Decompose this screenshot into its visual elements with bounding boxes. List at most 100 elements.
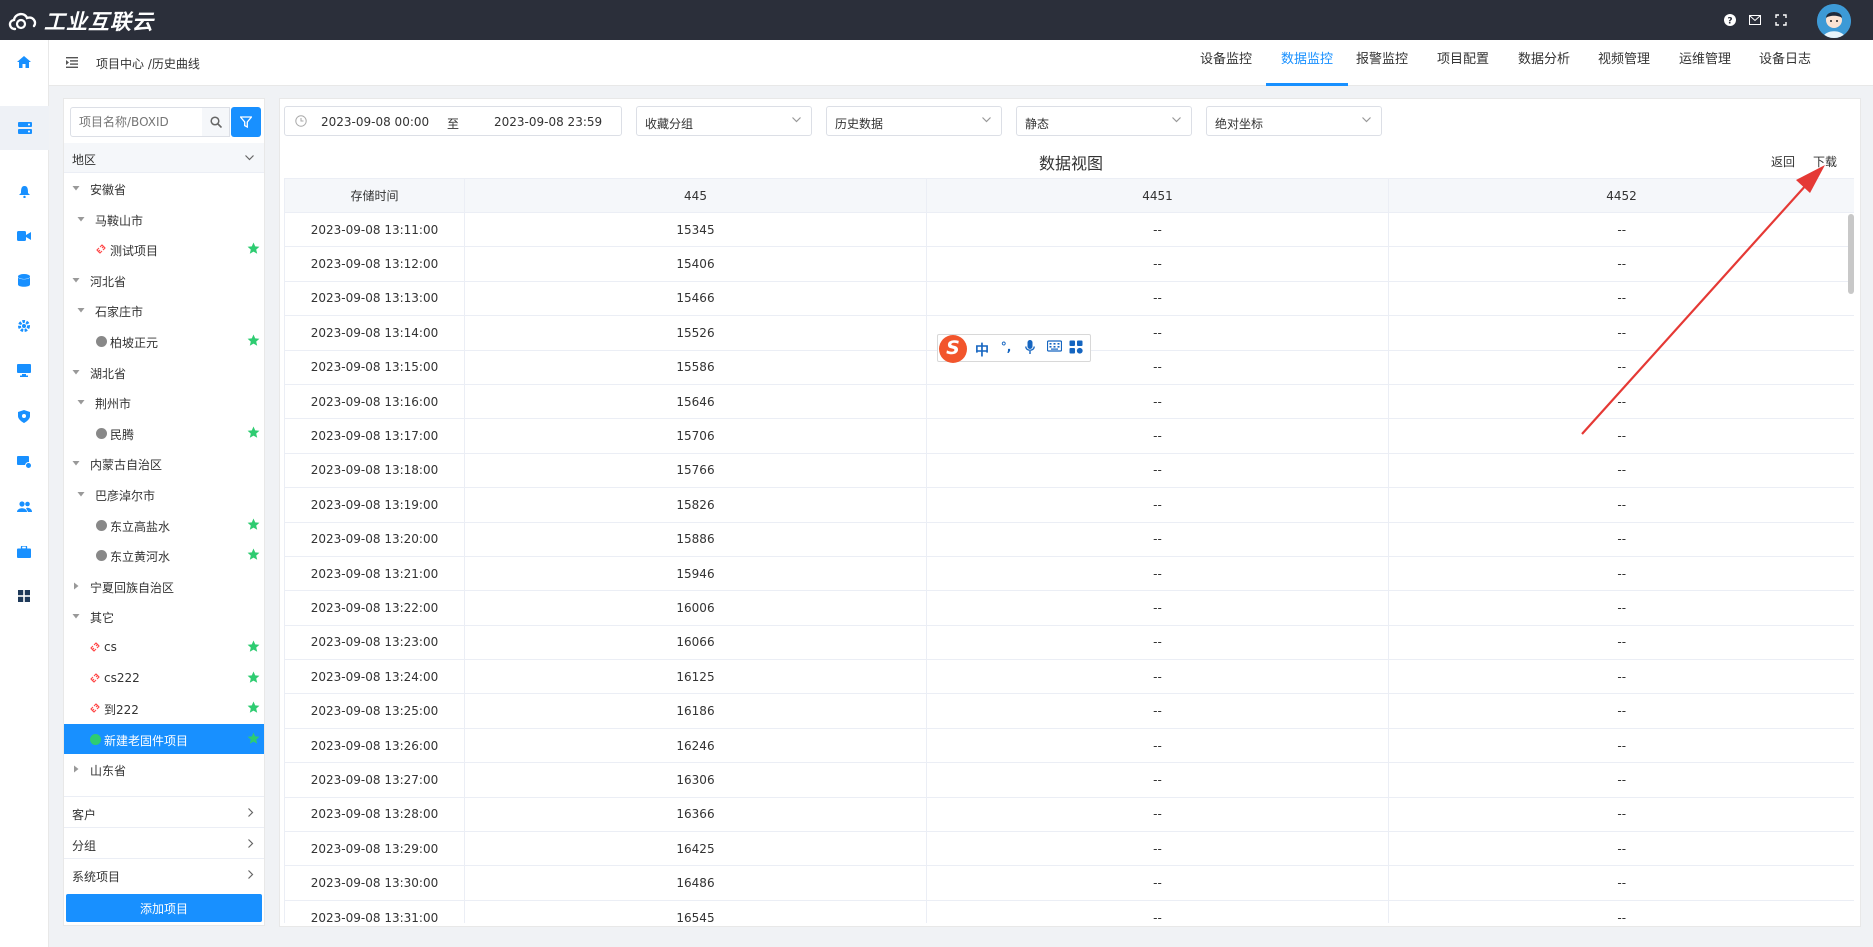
screen-gear-icon[interactable] (14, 452, 34, 472)
tab-6[interactable]: 运维管理 (1669, 40, 1741, 86)
tree-item[interactable]: 到222 (64, 693, 264, 723)
tree-item[interactable]: 柏坡正元 (64, 326, 264, 356)
table-cell: 2023-09-08 13:22:00 (284, 590, 465, 626)
table-cell: 2023-09-08 13:30:00 (284, 865, 465, 901)
ime-toolbar[interactable]: S 中 °, (937, 334, 1091, 363)
filter-button[interactable] (231, 107, 261, 137)
table-row: 2023-09-08 13:23:00 16066 -- -- (284, 625, 1854, 661)
tab-4[interactable]: 数据分析 (1508, 40, 1580, 86)
tree-item[interactable]: 湖北省 (64, 357, 264, 387)
tree-item[interactable]: 测试项目 (64, 234, 264, 264)
accordion-2[interactable]: 系统项目 (64, 858, 264, 889)
caret-down-icon[interactable] (77, 306, 85, 314)
tree-item[interactable]: 河北省 (64, 265, 264, 295)
star-icon[interactable] (247, 548, 260, 561)
star-icon[interactable] (247, 640, 260, 653)
data-type-select[interactable]: 历史数据 (826, 106, 1002, 136)
table-cell: -- (1388, 522, 1854, 557)
caret-down-icon[interactable] (72, 612, 80, 620)
favorite-group-select[interactable]: 收藏分组 (636, 106, 812, 136)
menu-fold-icon[interactable] (66, 57, 78, 71)
axis-select[interactable]: 绝对坐标 (1206, 106, 1382, 136)
home-icon[interactable] (14, 52, 34, 72)
tab-5[interactable]: 视频管理 (1588, 40, 1660, 86)
caret-right-icon[interactable] (72, 582, 80, 590)
tree-item[interactable]: 宁夏回族自治区 (64, 571, 264, 601)
users-icon[interactable] (14, 496, 34, 516)
caret-right-icon[interactable] (72, 765, 80, 773)
search-button[interactable] (202, 107, 230, 137)
tree-item[interactable]: 荆州市 (64, 387, 264, 417)
video-icon[interactable] (14, 226, 34, 246)
star-icon[interactable] (247, 426, 260, 439)
briefcase-icon[interactable] (14, 542, 34, 562)
caret-down-icon[interactable] (72, 184, 80, 192)
tab-2[interactable]: 报警监控 (1346, 40, 1418, 86)
caret-down-icon[interactable] (72, 459, 80, 467)
caret-down-icon[interactable] (77, 398, 85, 406)
tree-item[interactable]: 东立高盐水 (64, 510, 264, 540)
apps-icon[interactable] (1068, 340, 1084, 358)
tree-item-label: 山东省 (90, 764, 127, 779)
caret-down-icon[interactable] (77, 215, 85, 223)
tree-item-label: 东立高盐水 (110, 519, 171, 534)
tree-item[interactable]: 巴彦淖尔市 (64, 479, 264, 509)
grid-icon[interactable] (14, 586, 34, 606)
table-cell: 2023-09-08 13:15:00 (284, 350, 465, 385)
tree-item[interactable]: 东立黄河水 (64, 540, 264, 570)
tree-item[interactable]: cs222 (64, 663, 264, 693)
chevron-down-icon (792, 117, 801, 123)
star-icon[interactable] (247, 334, 260, 347)
caret-down-icon[interactable] (72, 368, 80, 376)
star-icon[interactable] (247, 701, 260, 714)
tab-7[interactable]: 设备日志 (1749, 40, 1821, 86)
table-cell: -- (1388, 900, 1854, 923)
shield-icon[interactable] (14, 406, 34, 426)
mode-select[interactable]: 静态 (1016, 106, 1192, 136)
app-logo[interactable]: 工业互联云 (6, 8, 154, 34)
add-project-button[interactable]: 添加项目 (66, 894, 262, 922)
table-cell: 2023-09-08 13:31:00 (284, 900, 465, 923)
ime-chinese-toggle[interactable]: 中 (974, 340, 990, 359)
table-cell: -- (926, 797, 1389, 833)
project-search-input[interactable] (70, 107, 204, 137)
accordion-1[interactable]: 分组 (64, 827, 264, 858)
fullscreen-icon[interactable] (1774, 13, 1788, 27)
tab-1[interactable]: 数据监控 (1266, 40, 1348, 86)
tree-item[interactable]: 马鞍山市 (64, 204, 264, 234)
tree-item[interactable]: 山东省 (64, 754, 264, 784)
region-accordion-header[interactable]: 地区 (64, 143, 264, 173)
keyboard-icon[interactable] (1046, 340, 1062, 358)
mic-icon[interactable] (1022, 340, 1038, 358)
star-icon[interactable] (247, 242, 260, 255)
tree-item[interactable]: cs (64, 632, 264, 662)
server-icon[interactable] (0, 106, 49, 150)
tree-item[interactable]: 新建老固件项目 (64, 723, 264, 754)
tree-item-label: 巴彦淖尔市 (95, 489, 156, 503)
tree-item[interactable]: 石家庄市 (64, 295, 264, 325)
tree-item[interactable]: 民腾 (64, 418, 264, 448)
star-icon[interactable] (247, 518, 260, 531)
caret-down-icon[interactable] (72, 276, 80, 284)
help-icon[interactable]: ? (1723, 13, 1737, 27)
date-range-picker[interactable]: 2023-09-08 00:00 至 2023-09-08 23:59 (284, 106, 622, 136)
tab-3[interactable]: 项目配置 (1427, 40, 1499, 86)
star-icon[interactable] (247, 671, 260, 684)
monitor-icon[interactable] (14, 360, 34, 380)
caret-down-icon[interactable] (77, 490, 85, 498)
ime-punctuation-toggle[interactable]: °, (998, 340, 1014, 358)
ime-logo[interactable]: S (939, 335, 967, 363)
tree-item[interactable]: 其它 (64, 601, 264, 631)
table-scrollbar[interactable] (1848, 214, 1854, 294)
tree-item[interactable]: 内蒙古自治区 (64, 448, 264, 478)
bell-icon[interactable] (14, 182, 34, 202)
accordion-0[interactable]: 客户 (64, 796, 264, 827)
user-avatar[interactable] (1817, 4, 1851, 38)
chevron-down-icon (1172, 117, 1181, 123)
mail-icon[interactable] (1748, 13, 1762, 27)
tree-item[interactable]: 安徽省 (64, 173, 264, 203)
gear-icon[interactable] (14, 316, 34, 336)
tab-0[interactable]: 设备监控 (1190, 40, 1262, 86)
database-icon[interactable] (14, 270, 34, 290)
star-icon[interactable] (247, 732, 260, 745)
